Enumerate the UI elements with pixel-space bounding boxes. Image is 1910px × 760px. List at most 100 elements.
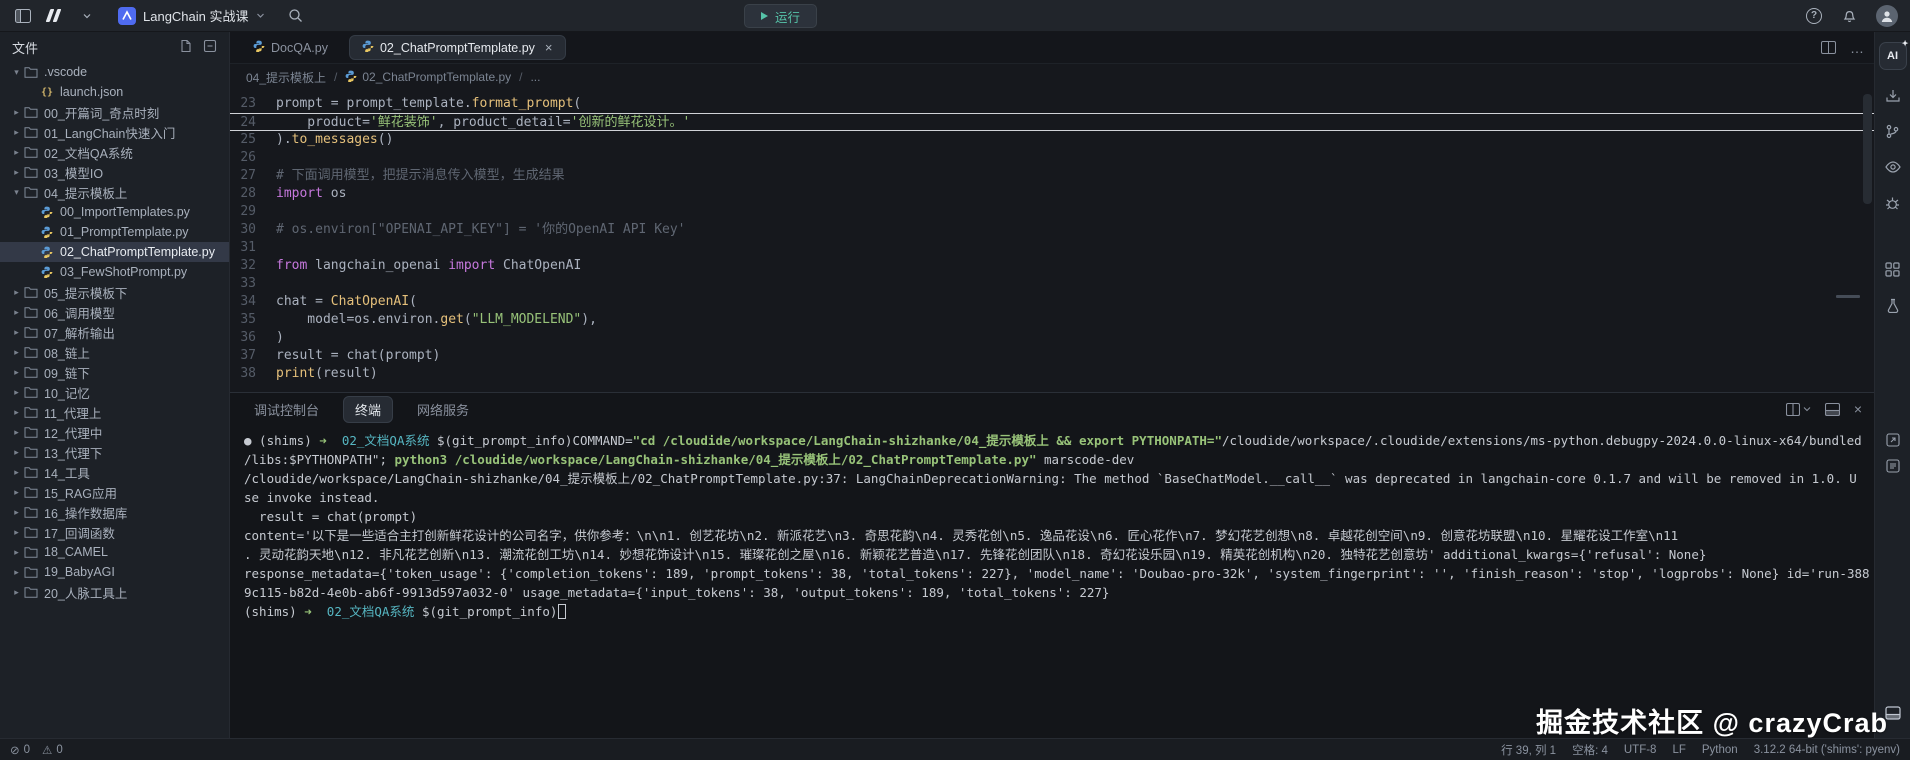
tree-item[interactable]: ▸15_RAG应用	[0, 482, 229, 502]
tree-item-label: 16_操作数据库	[44, 503, 127, 522]
tree-item[interactable]: ▸20_人脉工具上	[0, 582, 229, 602]
tree-item[interactable]: ▾.vscode	[0, 62, 229, 82]
line-number[interactable]: 25	[230, 131, 276, 149]
terminal[interactable]: ● (shims) ➜ 02_文档QA系统 $(git_prompt_info)…	[230, 425, 1874, 738]
tree-item[interactable]: ▸16_操作数据库	[0, 502, 229, 522]
panel-tab[interactable]: 调试控制台	[242, 396, 331, 423]
app-logo-icon[interactable]	[48, 9, 62, 22]
ai-assistant-button[interactable]: AI ✦	[1879, 42, 1907, 70]
panel-tab[interactable]: 终端	[343, 396, 393, 423]
scrollbar-thumb[interactable]	[1863, 94, 1872, 204]
tree-item[interactable]: ▸18_CAMEL	[0, 542, 229, 562]
tree-item[interactable]: ▸02_文档QA系统	[0, 142, 229, 162]
line-number[interactable]: 24	[230, 114, 276, 131]
tree-item[interactable]: ▸05_提示模板下	[0, 282, 229, 302]
breadcrumb-label: ...	[530, 70, 540, 84]
terminal-text: ➜	[319, 433, 342, 448]
tree-item[interactable]: ▸07_解析输出	[0, 322, 229, 342]
tree-item[interactable]: ▸17_回调函数	[0, 522, 229, 542]
tree-item[interactable]: ▸06_调用模型	[0, 302, 229, 322]
tree-item[interactable]: ▸14_工具	[0, 462, 229, 482]
status-problems[interactable]: ⊘0	[10, 743, 30, 757]
tree-item-label: 20_人脉工具上	[44, 583, 127, 602]
bell-icon[interactable]	[1838, 5, 1860, 27]
code-text: import os	[276, 186, 346, 201]
user-avatar[interactable]	[1876, 5, 1898, 27]
panel-tab[interactable]: 网络服务	[405, 396, 481, 423]
breadcrumb-item[interactable]: ...	[530, 70, 540, 84]
tree-item[interactable]: ▸11_代理上	[0, 402, 229, 422]
status-problems[interactable]: ⚠0	[42, 743, 63, 757]
code-line: 31	[230, 239, 1874, 257]
line-number[interactable]: 35	[230, 311, 276, 329]
line-number[interactable]: 36	[230, 329, 276, 347]
tree-item[interactable]: 02_ChatPromptTemplate.py	[0, 242, 229, 262]
tree-item[interactable]: {}launch.json	[0, 82, 229, 102]
line-number[interactable]: 33	[230, 275, 276, 293]
sidebar-toggle-icon[interactable]	[12, 5, 34, 27]
download-icon[interactable]	[1882, 84, 1904, 106]
editor-tab[interactable]: DocQA.py	[240, 35, 341, 60]
more-actions-icon[interactable]: …	[1850, 40, 1864, 56]
tree-item-label: 08_链上	[44, 343, 90, 362]
tree-item[interactable]: ▸09_链下	[0, 362, 229, 382]
code-token: ChatOpenAI	[495, 258, 581, 273]
line-number[interactable]: 30	[230, 221, 276, 239]
line-number[interactable]: 27	[230, 167, 276, 185]
open-in-editor-icon[interactable]	[1883, 430, 1903, 450]
tree-item[interactable]: ▾04_提示模板上	[0, 182, 229, 202]
tree-item[interactable]: 00_ImportTemplates.py	[0, 202, 229, 222]
close-panel-icon[interactable]: ×	[1854, 402, 1862, 416]
close-icon[interactable]: ×	[545, 41, 553, 54]
tree-item[interactable]: ▸03_模型IO	[0, 162, 229, 182]
folder-icon	[23, 446, 39, 458]
logo-menu-chevron-icon[interactable]	[76, 5, 98, 27]
tree-item[interactable]: ▸19_BabyAGI	[0, 562, 229, 582]
line-number[interactable]: 34	[230, 293, 276, 311]
source-control-icon[interactable]	[1882, 120, 1904, 142]
terminal-text: 02_文档QA系统	[327, 604, 422, 619]
status-item[interactable]: LF	[1672, 744, 1685, 756]
line-number[interactable]: 23	[230, 95, 276, 113]
new-file-icon[interactable]	[179, 39, 193, 56]
terminal-list-icon[interactable]	[1883, 456, 1903, 476]
debug-bug-icon[interactable]	[1882, 192, 1904, 214]
tree-item[interactable]: ▸08_链上	[0, 342, 229, 362]
line-number[interactable]: 29	[230, 203, 276, 221]
code-editor[interactable]: 23prompt = prompt_template.format_prompt…	[230, 90, 1874, 392]
line-number[interactable]: 37	[230, 347, 276, 365]
split-editor-icon[interactable]	[1821, 41, 1836, 54]
tree-item[interactable]: ▸00_开篇词_奇点时刻	[0, 102, 229, 122]
panel-layout-icon[interactable]	[1825, 403, 1840, 416]
status-item[interactable]: 空格: 4	[1572, 742, 1608, 758]
breadcrumb-item[interactable]: 04_提示模板上	[246, 69, 326, 86]
collapse-all-icon[interactable]	[203, 39, 217, 56]
tree-item[interactable]: ▸12_代理中	[0, 422, 229, 442]
preview-eye-icon[interactable]	[1882, 156, 1904, 178]
help-icon[interactable]: ?	[1806, 8, 1822, 24]
tree-item[interactable]: ▸01_LangChain快速入门	[0, 122, 229, 142]
line-number[interactable]: 28	[230, 185, 276, 203]
code-token: format_prompt	[472, 96, 574, 111]
editor-tab[interactable]: 02_ChatPromptTemplate.py×	[349, 35, 566, 60]
line-number[interactable]: 26	[230, 149, 276, 167]
extensions-grid-icon[interactable]	[1882, 258, 1904, 280]
lab-flask-icon[interactable]	[1882, 294, 1904, 316]
tree-item[interactable]: ▸10_记忆	[0, 382, 229, 402]
tree-item[interactable]: 03_FewShotPrompt.py	[0, 262, 229, 282]
status-item[interactable]: 3.12.2 64-bit ('shims': pyenv)	[1754, 744, 1900, 756]
folder-icon	[23, 126, 39, 138]
breadcrumb-item[interactable]: 02_ChatPromptTemplate.py	[345, 70, 511, 85]
search-icon[interactable]	[285, 5, 307, 27]
status-item[interactable]: 行 39, 列 1	[1501, 742, 1556, 758]
tree-item[interactable]: 01_PromptTemplate.py	[0, 222, 229, 242]
status-item[interactable]: UTF-8	[1624, 744, 1657, 756]
tree-item[interactable]: ▸13_代理下	[0, 442, 229, 462]
line-number[interactable]: 38	[230, 365, 276, 383]
workspace-switcher[interactable]: LangChain 实战课	[112, 4, 271, 27]
status-item[interactable]: Python	[1702, 744, 1738, 756]
split-terminal-icon[interactable]	[1786, 403, 1811, 416]
line-number[interactable]: 31	[230, 239, 276, 257]
line-number[interactable]: 32	[230, 257, 276, 275]
run-button[interactable]: 运行	[744, 4, 817, 28]
